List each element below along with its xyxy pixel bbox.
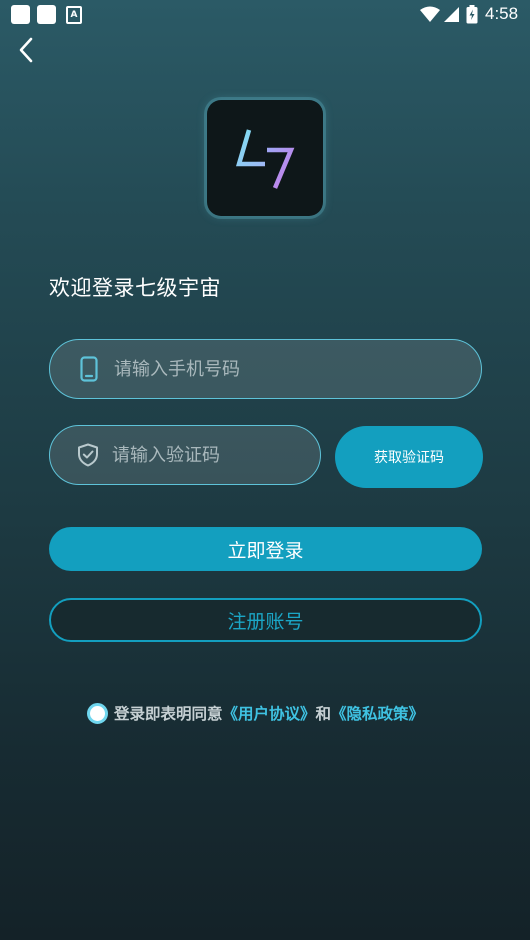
shield-check-icon <box>77 442 99 468</box>
login-button[interactable]: 立即登录 <box>49 527 482 571</box>
code-input[interactable] <box>112 444 337 466</box>
user-agreement-link[interactable]: 《用户协议》 <box>223 702 316 724</box>
notification-square-icon <box>37 5 56 24</box>
wifi-icon <box>420 6 440 22</box>
agreement-prefix: 登录即表明同意 <box>114 705 223 723</box>
a-badge-icon: A <box>66 6 82 24</box>
app-logo-47-icon <box>235 129 295 189</box>
notification-square-icon <box>11 5 30 24</box>
phone-field[interactable] <box>49 339 482 399</box>
back-button[interactable] <box>10 34 42 66</box>
code-field[interactable] <box>49 425 337 485</box>
back-arrow-icon <box>19 37 33 63</box>
battery-charging-icon <box>466 5 478 24</box>
app-logo <box>207 100 323 216</box>
phone-input[interactable] <box>114 358 481 380</box>
status-bar: A 4:58 <box>0 0 530 30</box>
status-time: 4:58 <box>485 4 519 23</box>
agreement-row: 登录即表明同意 《用户协议》 和 《隐私政策》 <box>87 702 424 724</box>
welcome-title: 欢迎登录七级宇宙 <box>49 276 221 300</box>
privacy-policy-link[interactable]: 《隐私政策》 <box>331 702 424 724</box>
agree-radio[interactable] <box>87 702 108 724</box>
cell-signal-icon <box>444 7 459 22</box>
register-button[interactable]: 注册账号 <box>49 598 482 642</box>
get-code-button[interactable]: 获取验证码 <box>335 426 483 488</box>
phone-icon <box>77 356 101 382</box>
agreement-conjunction: 和 <box>315 705 332 723</box>
